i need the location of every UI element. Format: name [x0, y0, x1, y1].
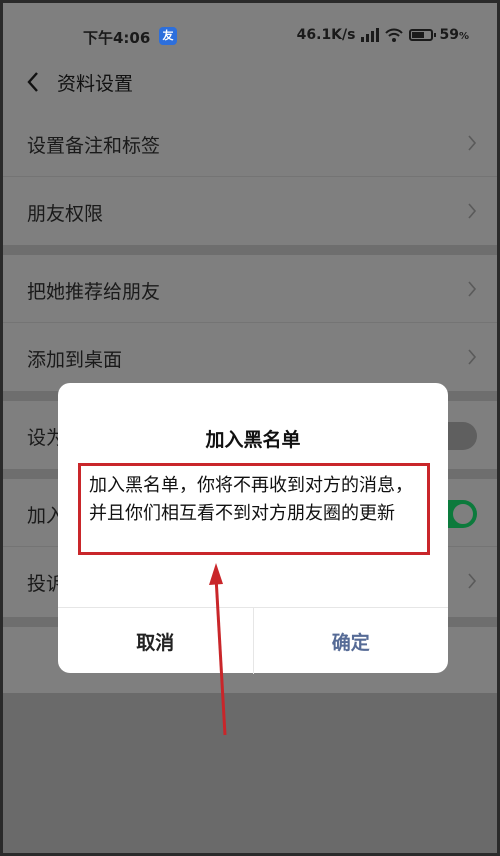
annotation-arrow-icon — [209, 563, 227, 736]
phone-screen: 下午4:06 友 46.1K/s 59% 资料设置 设置备注和标签 朋友权限 把… — [0, 0, 500, 856]
